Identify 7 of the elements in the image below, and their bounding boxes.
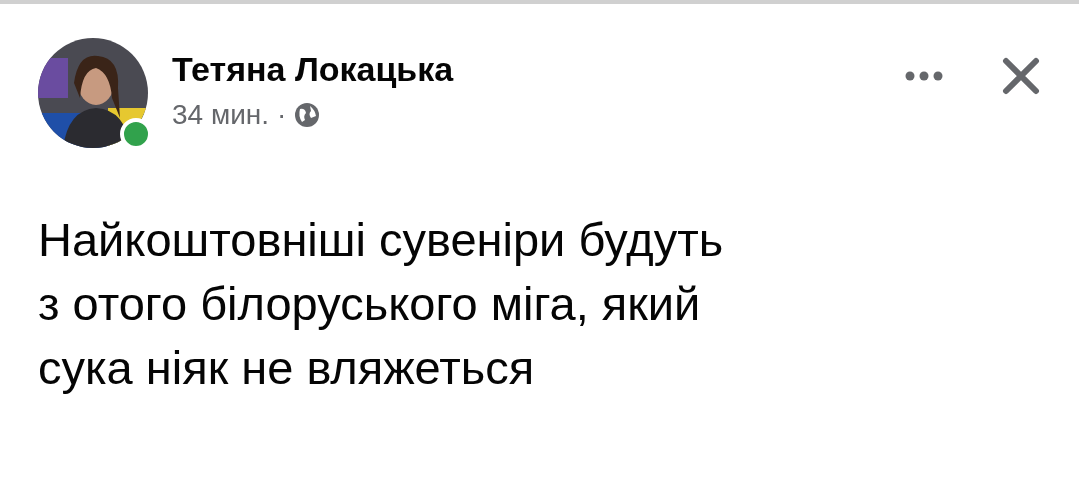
post-text: Найкоштовніші сувеніри будуть з отого білоруського міга, який сука ніяк не вляжеться xyxy=(38,212,725,396)
separator: · xyxy=(277,99,287,131)
more-icon[interactable] xyxy=(905,71,943,81)
globe-icon xyxy=(294,102,321,128)
close-icon[interactable] xyxy=(1001,56,1041,96)
post-time[interactable]: 34 мин. xyxy=(172,99,270,131)
author-name[interactable]: Тетяна Локацька xyxy=(172,50,454,89)
